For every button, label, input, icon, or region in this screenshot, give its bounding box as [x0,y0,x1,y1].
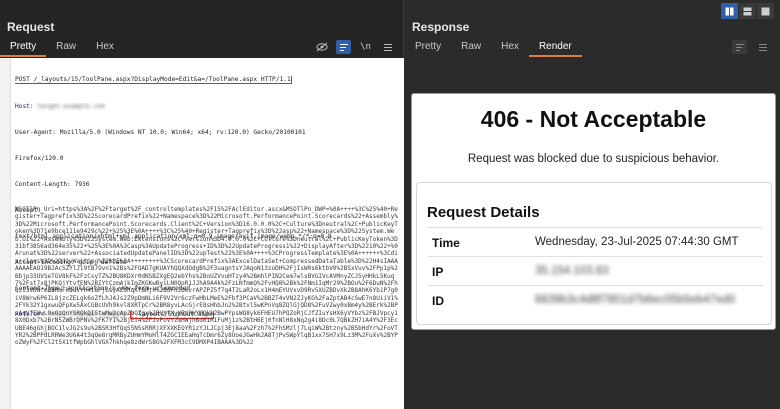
header-user-agent: User-Agent: Mozilla/5.0 (Windows NT 10.0… [15,128,306,136]
newline-icon[interactable]: \n [358,40,373,54]
error-message: Request was blocked due to suspicious be… [467,153,720,165]
hide-icon[interactable] [314,40,329,54]
request-tab-raw[interactable]: Raw [46,38,86,57]
header-host: Host: target.example.com [15,102,105,110]
details-label-ip: IP [432,265,444,279]
details-value-time: Wednesday, 23-Jul-2025 07:44:30 GMT [535,236,739,248]
response-toolbar [732,40,770,54]
response-title: Response [412,20,470,34]
request-title: Request [7,20,55,34]
response-tab-hex[interactable]: Hex [491,38,529,57]
header-user-agent-cont: Firefox/120.0 [15,154,64,162]
response-tabs: Pretty Raw Hex Render [405,38,582,57]
details-value-id: 6839b3c4d8f7801d7b6ec05b5eb47ed0 [535,294,736,306]
layout-toggle [721,3,774,19]
request-tab-hex[interactable]: Hex [86,38,124,57]
details-label-id: ID [432,294,444,308]
details-row-time: Time Wednesday, 23-Jul-2025 07:44:30 GMT [428,227,763,256]
menu-icon[interactable] [380,40,395,54]
details-title: Request Details [427,204,540,221]
single-pane-icon[interactable] [757,3,774,19]
response-tab-render[interactable]: Render [528,38,582,57]
request-line-highlight: POST /_layouts/15/ToolPane.aspx?DisplayM… [15,76,292,85]
details-value-ip: 35.154.103.83 [535,265,609,277]
app-window: Request Pretty Raw Hex \n POST /_layouts… [0,0,780,409]
line-gutter [0,58,11,409]
response-pane: Response Pretty Raw Hex Render 406 - Not… [405,0,780,409]
header-content-length: Content-Length: 7936 [15,180,90,188]
error-heading: 406 - Not Acceptable [480,106,707,132]
request-toolbar: \n [314,40,395,54]
wrap-icon[interactable] [336,40,351,54]
response-tab-raw[interactable]: Raw [451,38,491,57]
details-row-id: ID 6839b3c4d8f7801d7b6ec05b5eb47ed0 [428,285,763,314]
wrap-icon[interactable] [732,40,747,54]
request-editor[interactable]: POST /_layouts/15/ToolPane.aspx?DisplayM… [0,58,404,409]
host-value-blurred: target.example.com [37,102,105,110]
details-label-time: Time [432,236,460,250]
request-pane: Request Pretty Raw Hex \n POST /_layouts… [0,0,404,409]
menu-icon[interactable] [755,40,770,54]
request-tab-pretty[interactable]: Pretty [0,38,47,57]
details-row-ip: IP 35.154.103.83 [428,256,763,285]
response-tab-pretty[interactable]: Pretty [405,38,451,57]
split-vertical-icon[interactable] [739,3,756,19]
request-tabs: Pretty Raw Hex [0,38,124,57]
rendered-page: 406 - Not Acceptable Request was blocked… [411,93,776,330]
request-details-card: Request Details Time Wednesday, 23-Jul-2… [416,182,772,325]
request-line: POST /_layouts/15/ToolPane.aspx?DisplayM… [15,76,402,85]
split-horizontal-icon[interactable] [721,3,738,19]
request-body: MSOTlPn_Uri=https%3A%2F%2Ftarget%2F_cont… [15,206,398,347]
